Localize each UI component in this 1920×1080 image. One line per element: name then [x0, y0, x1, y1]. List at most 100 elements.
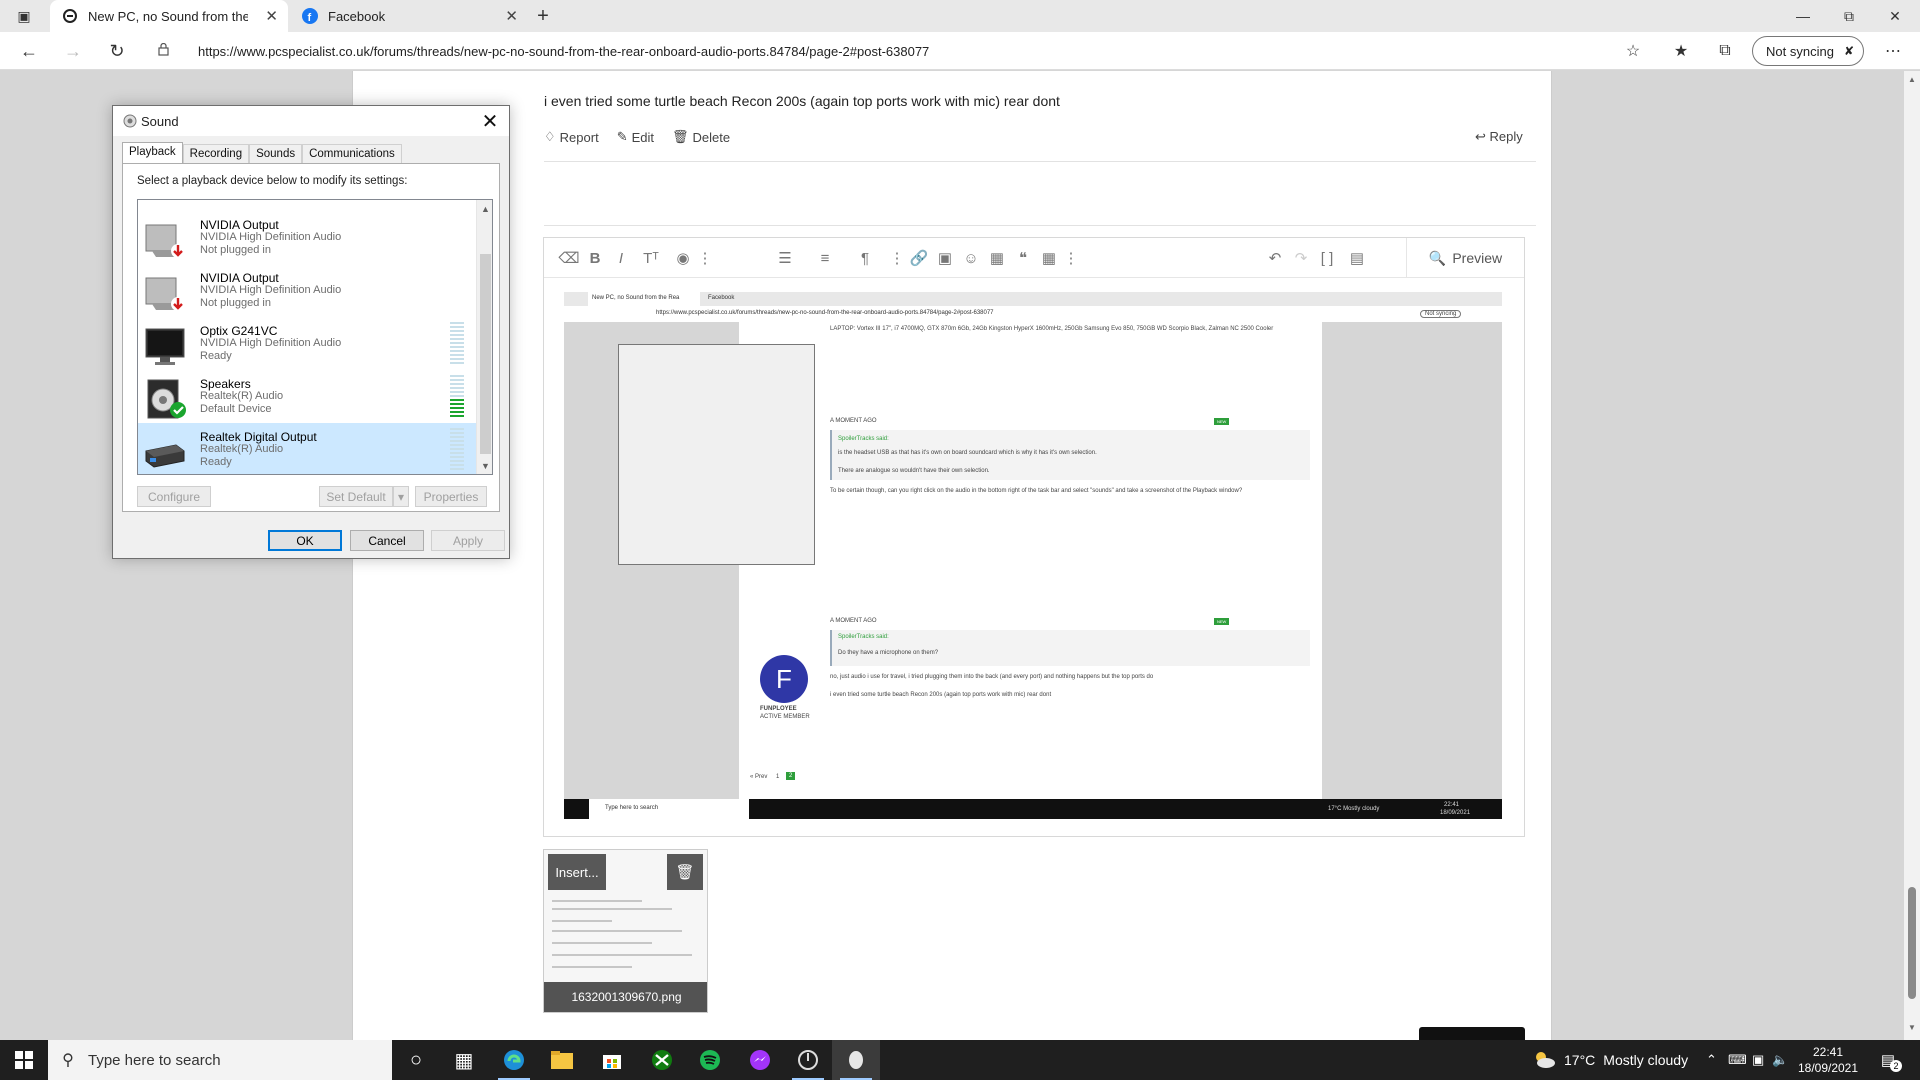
attachment-thumbnail[interactable]: Insert... 🗑 1632001309670.png: [543, 849, 708, 1013]
configure-button[interactable]: Configure: [137, 486, 211, 507]
show-hidden-icons-icon[interactable]: ⌃: [1706, 1040, 1717, 1080]
lock-icon[interactable]: [158, 42, 180, 59]
new-tab-icon[interactable]: +: [530, 4, 556, 28]
table-icon[interactable]: ▦: [1038, 248, 1060, 268]
delete-button[interactable]: 🗑 Delete: [672, 129, 730, 145]
tab-playback[interactable]: Playback: [122, 142, 183, 165]
address-bar[interactable]: https://www.pcspecialist.co.uk/forums/th…: [148, 37, 1634, 65]
emoji-icon[interactable]: ☺: [960, 248, 982, 268]
set-default-button[interactable]: Set Default: [319, 486, 393, 507]
task-view-icon[interactable]: ▦: [440, 1040, 488, 1080]
more-menu-icon[interactable]: ⋯: [1878, 37, 1908, 65]
power-app-icon[interactable]: [784, 1040, 832, 1080]
snipping-tool-icon[interactable]: [832, 1040, 880, 1080]
volume-icon[interactable]: 🔈: [1772, 1040, 1788, 1080]
start-button[interactable]: [0, 1040, 48, 1080]
media-icon[interactable]: ▦: [986, 248, 1008, 268]
link-icon[interactable]: 🔗: [908, 248, 930, 268]
image-icon[interactable]: ▣: [934, 248, 956, 268]
tab-actions-icon[interactable]: ▣: [10, 7, 38, 25]
palette-icon[interactable]: ◉: [672, 248, 694, 268]
tab-communications[interactable]: Communications: [302, 144, 402, 164]
device-status: Not plugged in: [200, 297, 271, 309]
scroll-up-icon[interactable]: ▲: [1908, 75, 1916, 84]
tab-facebook[interactable]: f Facebook ✕: [290, 0, 528, 32]
scrollbar-thumb[interactable]: [1908, 887, 1916, 999]
properties-button[interactable]: Properties: [415, 486, 487, 507]
italic-icon[interactable]: I: [610, 248, 632, 268]
tab-pcspecialist[interactable]: New PC, no Sound from the Rea ✕: [50, 0, 288, 32]
preview-button[interactable]: 🔍 Preview: [1406, 238, 1524, 278]
device-speakers[interactable]: Speakers Realtek(R) Audio Default Device: [138, 370, 476, 423]
spotify-icon[interactable]: [686, 1040, 734, 1080]
reply-button[interactable]: ↩ Reply: [1475, 129, 1523, 145]
close-dialog-icon[interactable]: ✕: [477, 108, 503, 134]
scrollbar-thumb[interactable]: [480, 254, 491, 454]
eraser-icon[interactable]: ⌫: [558, 248, 580, 268]
taskbar-clock[interactable]: 22:41 18/09/2021: [1790, 1044, 1866, 1076]
list-icon[interactable]: ☰: [770, 248, 800, 268]
xbox-icon[interactable]: [638, 1040, 686, 1080]
scroll-down-icon[interactable]: ▼: [1908, 1023, 1916, 1032]
favorites-icon[interactable]: ★: [1666, 37, 1696, 65]
scroll-down-icon[interactable]: ▼: [477, 457, 492, 474]
action-center-icon[interactable]: ▤ 2: [1876, 1048, 1902, 1072]
toggle-bbcode-icon[interactable]: [ ]: [1316, 248, 1338, 268]
drafts-icon[interactable]: ▤: [1342, 248, 1372, 268]
forward-icon[interactable]: →: [58, 37, 88, 65]
undo-icon[interactable]: ↶: [1264, 248, 1286, 268]
paragraph-icon[interactable]: ¶: [850, 248, 880, 268]
device-name: Speakers: [200, 377, 251, 391]
tab-sounds[interactable]: Sounds: [249, 144, 303, 164]
bold-icon[interactable]: B: [584, 248, 606, 268]
device-nvidia-output-1[interactable]: NVIDIA Output NVIDIA High Definition Aud…: [138, 211, 476, 264]
device-realtek-digital-output[interactable]: Realtek Digital Output Realtek(R) Audio …: [138, 423, 476, 474]
set-default-dropdown[interactable]: ▾: [393, 486, 409, 507]
playback-panel: Select a playback device below to modify…: [122, 163, 500, 512]
favorite-star-icon[interactable]: ☆: [1618, 37, 1648, 65]
collections-icon[interactable]: ⧉: [1710, 37, 1740, 65]
quote-icon[interactable]: ❝: [1012, 248, 1034, 268]
not-syncing-button[interactable]: Not syncing ✘: [1752, 36, 1864, 66]
minimize-icon[interactable]: —: [1780, 0, 1826, 32]
shot-text: 2: [786, 772, 796, 780]
refresh-icon[interactable]: ↻: [102, 37, 132, 65]
restore-icon[interactable]: ⧉: [1826, 0, 1872, 32]
store-icon[interactable]: [588, 1040, 636, 1080]
ok-button[interactable]: OK: [268, 530, 342, 551]
text-size-icon[interactable]: Tᵀ: [636, 248, 666, 268]
insert-button[interactable]: Insert...: [548, 854, 606, 890]
device-list-scrollbar[interactable]: ▲ ▼: [476, 200, 492, 474]
apply-button[interactable]: Apply: [431, 530, 505, 551]
more-options-icon[interactable]: ⋮: [1060, 248, 1082, 268]
report-button[interactable]: ♢ Report: [544, 129, 599, 145]
back-icon[interactable]: ←: [14, 37, 44, 65]
delete-attachment-icon[interactable]: 🗑: [667, 854, 703, 890]
device-optix-g241vc[interactable]: Optix G241VC NVIDIA High Definition Audi…: [138, 317, 476, 370]
edit-button[interactable]: ✎ Edit: [617, 129, 654, 145]
cancel-button[interactable]: Cancel: [350, 530, 424, 551]
embedded-screenshot: New PC, no Sound from the Rea Facebook h…: [564, 292, 1502, 819]
more-options-icon[interactable]: ⋮: [886, 248, 908, 268]
page-scrollbar[interactable]: ▲ ▼: [1904, 71, 1920, 1040]
scroll-up-icon[interactable]: ▲: [477, 200, 492, 217]
close-window-icon[interactable]: ✕: [1872, 0, 1918, 32]
network-icon[interactable]: ▣: [1752, 1040, 1764, 1080]
redo-icon[interactable]: ↷: [1290, 248, 1312, 268]
keyboard-icon[interactable]: ⌨: [1728, 1040, 1747, 1080]
reply-editor[interactable]: ⌫ B I Tᵀ ◉ ⋮ ☰ ≡ ¶ ⋮ 🔗 ▣ ☺ ▦ ❝ ▦ ⋮ ↶ ↷ […: [543, 237, 1525, 837]
playback-device-list[interactable]: NVIDIA Output NVIDIA High Definition Aud…: [137, 199, 493, 475]
tab-recording[interactable]: Recording: [182, 144, 250, 164]
device-nvidia-output-2[interactable]: NVIDIA Output NVIDIA High Definition Aud…: [138, 264, 476, 317]
weather-widget[interactable]: 17°C Mostly cloudy: [1532, 1040, 1688, 1080]
messenger-icon[interactable]: [736, 1040, 784, 1080]
edge-icon[interactable]: [490, 1040, 538, 1080]
more-options-icon[interactable]: ⋮: [694, 248, 716, 268]
taskbar-search[interactable]: ⚲ Type here to search: [48, 1040, 392, 1080]
align-icon[interactable]: ≡: [810, 248, 840, 268]
cortana-icon[interactable]: ○: [392, 1040, 440, 1080]
close-tab-icon[interactable]: ✕: [265, 7, 278, 25]
close-tab-icon[interactable]: ✕: [505, 7, 518, 25]
file-explorer-icon[interactable]: [538, 1040, 586, 1080]
dialog-title-bar[interactable]: Sound ✕: [113, 106, 509, 136]
